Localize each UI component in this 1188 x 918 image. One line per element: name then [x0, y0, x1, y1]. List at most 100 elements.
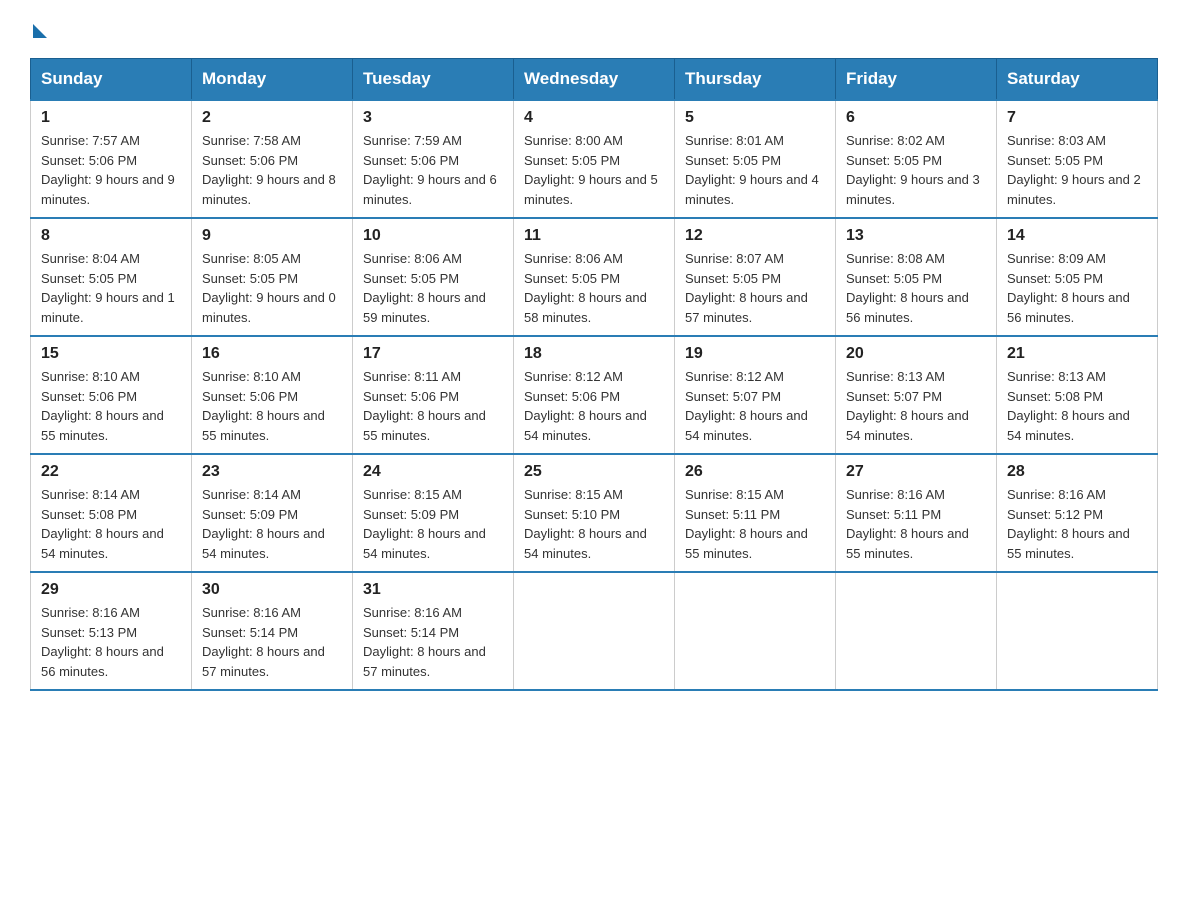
day-number: 27 [846, 463, 986, 481]
calendar-cell: 14 Sunrise: 8:09 AMSunset: 5:05 PMDaylig… [997, 218, 1158, 336]
day-info: Sunrise: 8:08 AMSunset: 5:05 PMDaylight:… [846, 251, 969, 325]
calendar-cell: 22 Sunrise: 8:14 AMSunset: 5:08 PMDaylig… [31, 454, 192, 572]
calendar-cell [675, 572, 836, 690]
day-info: Sunrise: 8:02 AMSunset: 5:05 PMDaylight:… [846, 133, 980, 207]
day-number: 28 [1007, 463, 1147, 481]
day-info: Sunrise: 8:07 AMSunset: 5:05 PMDaylight:… [685, 251, 808, 325]
day-info: Sunrise: 8:16 AMSunset: 5:14 PMDaylight:… [363, 605, 486, 679]
day-number: 5 [685, 109, 825, 127]
day-number: 3 [363, 109, 503, 127]
day-number: 30 [202, 581, 342, 599]
day-info: Sunrise: 8:13 AMSunset: 5:08 PMDaylight:… [1007, 369, 1130, 443]
day-info: Sunrise: 8:12 AMSunset: 5:06 PMDaylight:… [524, 369, 647, 443]
day-number: 19 [685, 345, 825, 363]
calendar-cell: 4 Sunrise: 8:00 AMSunset: 5:05 PMDayligh… [514, 100, 675, 218]
calendar-cell: 28 Sunrise: 8:16 AMSunset: 5:12 PMDaylig… [997, 454, 1158, 572]
calendar-cell [514, 572, 675, 690]
day-info: Sunrise: 7:57 AMSunset: 5:06 PMDaylight:… [41, 133, 175, 207]
calendar-cell: 31 Sunrise: 8:16 AMSunset: 5:14 PMDaylig… [353, 572, 514, 690]
calendar-cell: 29 Sunrise: 8:16 AMSunset: 5:13 PMDaylig… [31, 572, 192, 690]
day-info: Sunrise: 8:14 AMSunset: 5:08 PMDaylight:… [41, 487, 164, 561]
day-number: 21 [1007, 345, 1147, 363]
calendar-week-row: 22 Sunrise: 8:14 AMSunset: 5:08 PMDaylig… [31, 454, 1158, 572]
day-number: 6 [846, 109, 986, 127]
day-info: Sunrise: 8:16 AMSunset: 5:14 PMDaylight:… [202, 605, 325, 679]
calendar-table: SundayMondayTuesdayWednesdayThursdayFrid… [30, 58, 1158, 691]
day-info: Sunrise: 8:06 AMSunset: 5:05 PMDaylight:… [363, 251, 486, 325]
day-info: Sunrise: 8:10 AMSunset: 5:06 PMDaylight:… [202, 369, 325, 443]
day-info: Sunrise: 8:15 AMSunset: 5:10 PMDaylight:… [524, 487, 647, 561]
calendar-cell: 19 Sunrise: 8:12 AMSunset: 5:07 PMDaylig… [675, 336, 836, 454]
day-number: 10 [363, 227, 503, 245]
day-number: 20 [846, 345, 986, 363]
calendar-cell: 9 Sunrise: 8:05 AMSunset: 5:05 PMDayligh… [192, 218, 353, 336]
calendar-cell: 7 Sunrise: 8:03 AMSunset: 5:05 PMDayligh… [997, 100, 1158, 218]
day-number: 23 [202, 463, 342, 481]
day-number: 16 [202, 345, 342, 363]
day-info: Sunrise: 8:03 AMSunset: 5:05 PMDaylight:… [1007, 133, 1141, 207]
day-info: Sunrise: 8:09 AMSunset: 5:05 PMDaylight:… [1007, 251, 1130, 325]
calendar-cell: 27 Sunrise: 8:16 AMSunset: 5:11 PMDaylig… [836, 454, 997, 572]
day-info: Sunrise: 8:16 AMSunset: 5:11 PMDaylight:… [846, 487, 969, 561]
weekday-header-sunday: Sunday [31, 59, 192, 101]
day-info: Sunrise: 8:12 AMSunset: 5:07 PMDaylight:… [685, 369, 808, 443]
day-info: Sunrise: 8:15 AMSunset: 5:09 PMDaylight:… [363, 487, 486, 561]
calendar-week-row: 15 Sunrise: 8:10 AMSunset: 5:06 PMDaylig… [31, 336, 1158, 454]
day-number: 22 [41, 463, 181, 481]
calendar-week-row: 29 Sunrise: 8:16 AMSunset: 5:13 PMDaylig… [31, 572, 1158, 690]
page-header [30, 20, 1158, 38]
weekday-header-thursday: Thursday [675, 59, 836, 101]
day-number: 15 [41, 345, 181, 363]
day-number: 18 [524, 345, 664, 363]
calendar-cell: 11 Sunrise: 8:06 AMSunset: 5:05 PMDaylig… [514, 218, 675, 336]
calendar-cell: 20 Sunrise: 8:13 AMSunset: 5:07 PMDaylig… [836, 336, 997, 454]
day-number: 25 [524, 463, 664, 481]
day-number: 11 [524, 227, 664, 245]
weekday-header-wednesday: Wednesday [514, 59, 675, 101]
day-number: 9 [202, 227, 342, 245]
calendar-cell: 25 Sunrise: 8:15 AMSunset: 5:10 PMDaylig… [514, 454, 675, 572]
weekday-header-tuesday: Tuesday [353, 59, 514, 101]
day-info: Sunrise: 8:01 AMSunset: 5:05 PMDaylight:… [685, 133, 819, 207]
day-number: 12 [685, 227, 825, 245]
weekday-header-monday: Monday [192, 59, 353, 101]
day-info: Sunrise: 8:15 AMSunset: 5:11 PMDaylight:… [685, 487, 808, 561]
day-number: 2 [202, 109, 342, 127]
day-number: 8 [41, 227, 181, 245]
calendar-cell: 21 Sunrise: 8:13 AMSunset: 5:08 PMDaylig… [997, 336, 1158, 454]
calendar-cell: 26 Sunrise: 8:15 AMSunset: 5:11 PMDaylig… [675, 454, 836, 572]
weekday-header-saturday: Saturday [997, 59, 1158, 101]
calendar-cell: 6 Sunrise: 8:02 AMSunset: 5:05 PMDayligh… [836, 100, 997, 218]
calendar-cell: 13 Sunrise: 8:08 AMSunset: 5:05 PMDaylig… [836, 218, 997, 336]
day-number: 14 [1007, 227, 1147, 245]
day-number: 29 [41, 581, 181, 599]
calendar-cell: 1 Sunrise: 7:57 AMSunset: 5:06 PMDayligh… [31, 100, 192, 218]
calendar-cell [836, 572, 997, 690]
calendar-cell: 24 Sunrise: 8:15 AMSunset: 5:09 PMDaylig… [353, 454, 514, 572]
day-number: 4 [524, 109, 664, 127]
day-number: 26 [685, 463, 825, 481]
calendar-week-row: 8 Sunrise: 8:04 AMSunset: 5:05 PMDayligh… [31, 218, 1158, 336]
weekday-header-friday: Friday [836, 59, 997, 101]
day-info: Sunrise: 8:05 AMSunset: 5:05 PMDaylight:… [202, 251, 336, 325]
calendar-cell: 23 Sunrise: 8:14 AMSunset: 5:09 PMDaylig… [192, 454, 353, 572]
calendar-cell: 17 Sunrise: 8:11 AMSunset: 5:06 PMDaylig… [353, 336, 514, 454]
day-info: Sunrise: 7:58 AMSunset: 5:06 PMDaylight:… [202, 133, 336, 207]
day-number: 1 [41, 109, 181, 127]
calendar-cell: 8 Sunrise: 8:04 AMSunset: 5:05 PMDayligh… [31, 218, 192, 336]
calendar-header-row: SundayMondayTuesdayWednesdayThursdayFrid… [31, 59, 1158, 101]
day-info: Sunrise: 8:13 AMSunset: 5:07 PMDaylight:… [846, 369, 969, 443]
day-info: Sunrise: 8:10 AMSunset: 5:06 PMDaylight:… [41, 369, 164, 443]
day-info: Sunrise: 8:04 AMSunset: 5:05 PMDaylight:… [41, 251, 175, 325]
day-info: Sunrise: 8:11 AMSunset: 5:06 PMDaylight:… [363, 369, 486, 443]
calendar-cell: 15 Sunrise: 8:10 AMSunset: 5:06 PMDaylig… [31, 336, 192, 454]
calendar-cell: 30 Sunrise: 8:16 AMSunset: 5:14 PMDaylig… [192, 572, 353, 690]
day-number: 17 [363, 345, 503, 363]
calendar-cell: 16 Sunrise: 8:10 AMSunset: 5:06 PMDaylig… [192, 336, 353, 454]
day-info: Sunrise: 8:00 AMSunset: 5:05 PMDaylight:… [524, 133, 658, 207]
day-number: 31 [363, 581, 503, 599]
logo [30, 20, 47, 38]
calendar-cell: 2 Sunrise: 7:58 AMSunset: 5:06 PMDayligh… [192, 100, 353, 218]
calendar-cell [997, 572, 1158, 690]
logo-arrow-icon [33, 24, 47, 38]
